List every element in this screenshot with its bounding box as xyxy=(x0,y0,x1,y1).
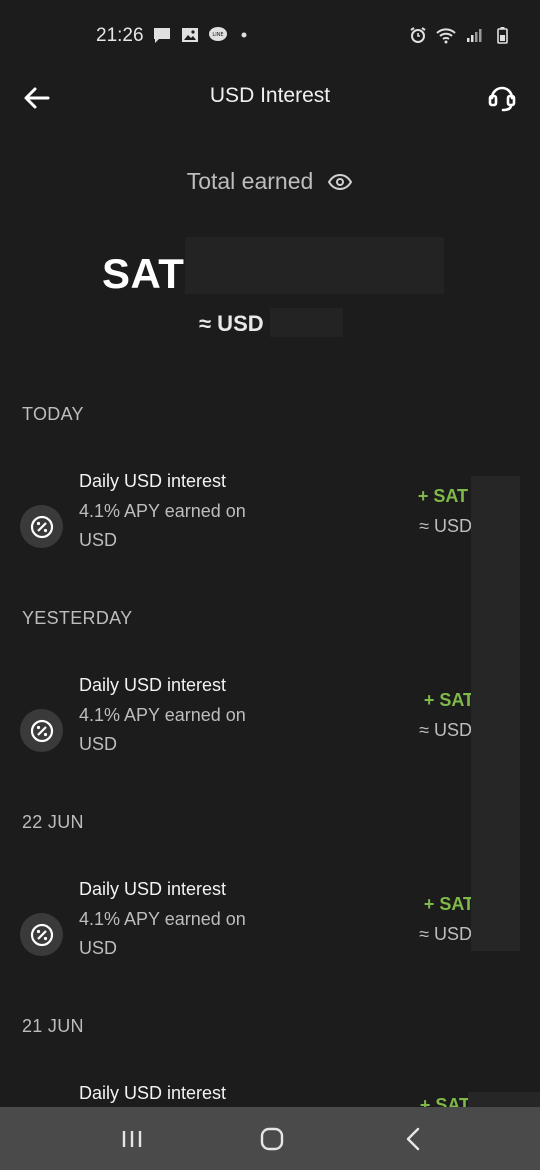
transaction-row[interactable]: Daily USD interest 4.1% APY earned on US… xyxy=(0,471,540,581)
image-icon xyxy=(182,28,198,42)
transaction-amount: + SAT xyxy=(417,486,468,506)
app-header: USD Interest xyxy=(0,72,540,122)
section-label-today: TODAY xyxy=(22,404,84,424)
chat-icon xyxy=(154,28,170,43)
status-time: 21:26 xyxy=(96,25,144,46)
total-earned-label: Total earned xyxy=(186,168,314,194)
section-label-yesterday: YESTERDAY xyxy=(22,608,133,628)
wifi-icon xyxy=(436,28,456,44)
transaction-row[interactable]: Daily USD interest 4.1% APY earned on US… xyxy=(0,675,540,785)
home-icon xyxy=(260,1127,284,1151)
percent-icon xyxy=(20,709,63,752)
transaction-amount: + SAT xyxy=(419,1095,470,1107)
transaction-currency: USD xyxy=(79,938,118,958)
transaction-description: 4.1% APY earned on xyxy=(79,501,246,521)
total-earned-row: Total earned xyxy=(0,168,540,195)
transaction-amount: + SAT xyxy=(423,894,474,914)
transaction-title: Daily USD interest xyxy=(79,675,227,695)
system-icons xyxy=(408,26,512,44)
headset-icon xyxy=(488,86,516,112)
eye-icon[interactable] xyxy=(327,172,353,192)
transaction-currency: USD xyxy=(79,734,118,754)
svg-text:LINE: LINE xyxy=(212,32,223,38)
total-balance: SAT xyxy=(102,250,185,297)
recents-icon xyxy=(122,1131,142,1147)
transaction-description: 4.1% APY earned on xyxy=(79,705,246,725)
notification-icons: LINE xyxy=(152,26,256,44)
transaction-title: Daily USD interest xyxy=(79,879,227,899)
redacted-balance-usd xyxy=(270,308,343,337)
transaction-amount-usd: ≈ USD xyxy=(419,516,472,536)
dot-icon xyxy=(241,32,247,38)
section-label-21-jun: 21 JUN xyxy=(22,1016,84,1036)
transaction-description: 4.1% APY earned on xyxy=(79,909,246,929)
redacted-balance xyxy=(185,237,444,294)
percent-icon xyxy=(20,505,63,548)
redacted-amounts xyxy=(471,476,520,951)
line-icon: LINE xyxy=(209,27,227,41)
alarm-icon xyxy=(410,27,426,43)
transaction-amount-usd: ≈ USD xyxy=(419,924,472,944)
recents-button[interactable] xyxy=(112,1123,152,1155)
chevron-left-icon xyxy=(406,1127,420,1151)
transaction-title: Daily USD interest xyxy=(79,471,227,491)
support-button[interactable] xyxy=(484,78,520,114)
status-bar: 21:26 LINE xyxy=(0,0,540,72)
signal-icon xyxy=(467,29,482,42)
transaction-row[interactable]: Daily USD interest + SAT xyxy=(0,1083,540,1107)
page-title: USD Interest xyxy=(209,84,331,107)
section-label-22-jun: 22 JUN xyxy=(22,812,84,832)
total-balance-usd: ≈ USD xyxy=(199,311,264,336)
home-button[interactable] xyxy=(252,1123,292,1155)
transaction-amount: + SAT xyxy=(423,690,474,710)
system-nav-bar xyxy=(0,1107,540,1170)
transaction-title: Daily USD interest xyxy=(79,1083,227,1103)
system-back-button[interactable] xyxy=(394,1123,434,1155)
percent-icon xyxy=(20,913,63,956)
transaction-amount-usd: ≈ USD xyxy=(419,720,472,740)
transaction-currency: USD xyxy=(79,530,118,550)
battery-icon xyxy=(497,27,508,44)
transaction-row[interactable]: Daily USD interest 4.1% APY earned on US… xyxy=(0,879,540,989)
